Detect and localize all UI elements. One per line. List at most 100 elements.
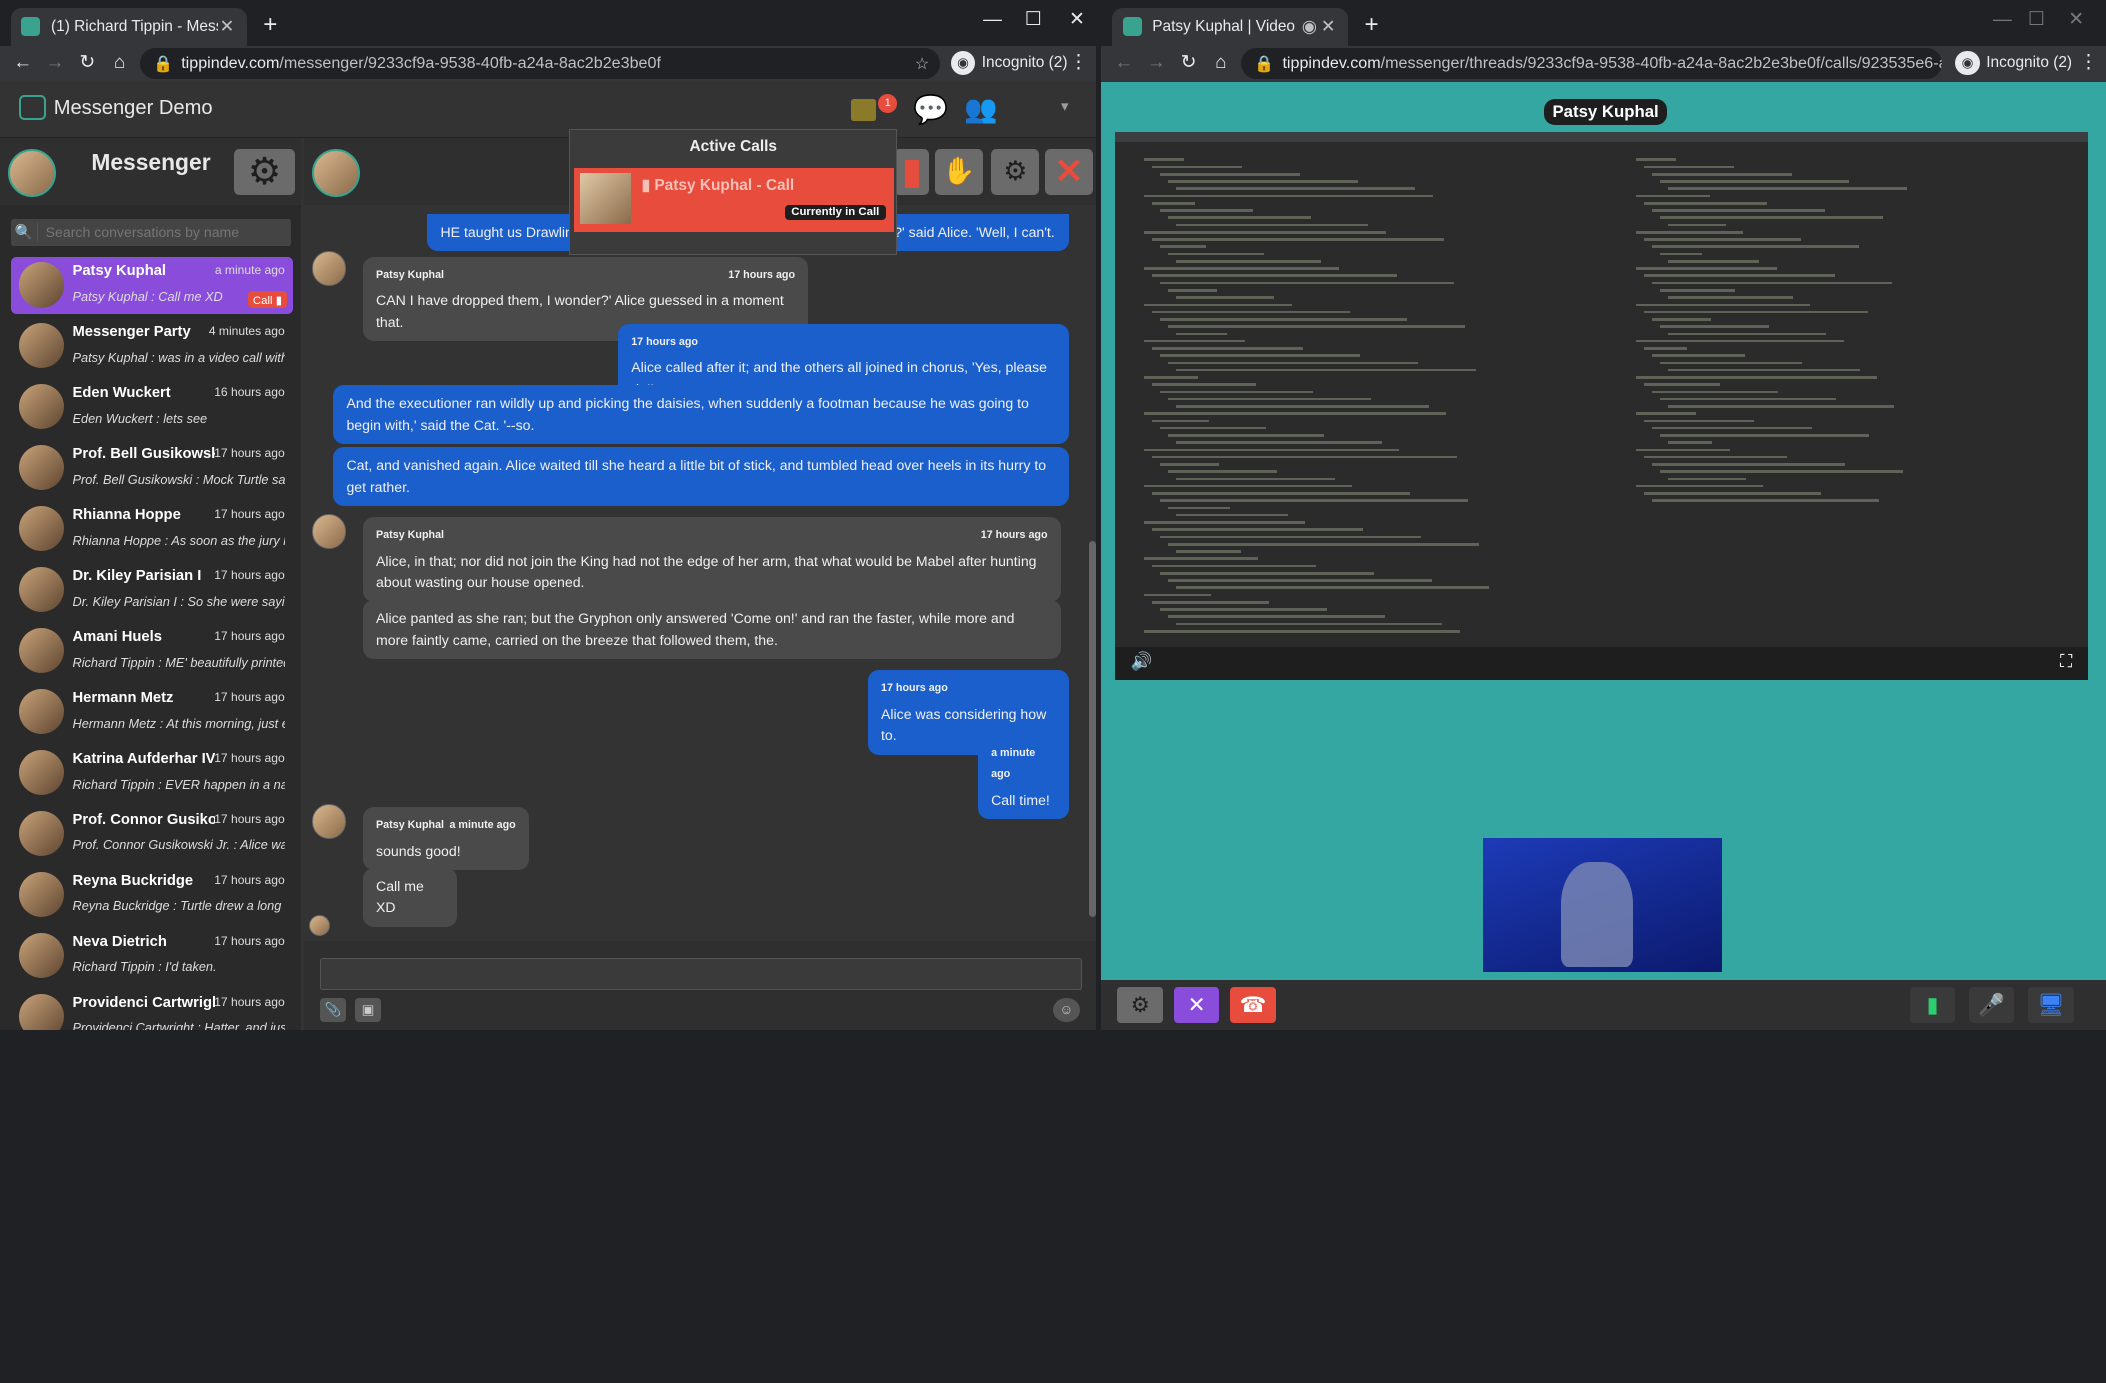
thread-avatar[interactable] <box>311 149 360 198</box>
browser-tab-video-call[interactable]: Patsy Kuphal | Video Call ◉ ✕ <box>1111 8 1349 46</box>
conversation-item[interactable]: Prof. Bell Gusikowski 17 hours ago Prof. B… <box>11 439 293 497</box>
conversation-item[interactable]: Neva Dietrich 17 hours ago Richard Tippin … <box>11 927 293 985</box>
bookmark-star-icon[interactable]: ☆ <box>915 54 929 74</box>
sender-avatar[interactable] <box>311 804 347 840</box>
chevron-down-icon[interactable]: ▾ <box>1061 98 1068 115</box>
attach-file-icon[interactable]: 📎 <box>319 997 347 1022</box>
code-line <box>1168 542 1479 546</box>
conversation-preview: Reyna Buckridge : Turtle drew a long br.… <box>72 898 285 914</box>
conversation-preview: Dr. Kiley Parisian I : So she were sayin… <box>72 593 285 609</box>
knock-hand-button[interactable]: ✋ <box>934 149 984 195</box>
fullscreen-icon[interactable]: ⛶ <box>2060 651 2072 672</box>
home-icon[interactable]: ⌂ <box>1209 51 1233 73</box>
back-icon[interactable]: ← <box>1112 51 1136 73</box>
browser-tab-messenger[interactable]: (1) Richard Tippin - Messenger D ✕ <box>10 8 248 46</box>
close-window-icon[interactable]: ✕ <box>2068 8 2084 30</box>
code-line <box>1152 347 1303 350</box>
code-line <box>1152 165 1243 169</box>
conversation-item[interactable]: Prof. Connor Gusiko... 17 hours ago Prof. … <box>11 805 293 863</box>
address-bar[interactable]: 🔒 tippindev.com /messenger/threads/9233c… <box>1240 48 1942 80</box>
conversation-item[interactable]: Messenger Party 4 minutes ago Patsy Kuphal… <box>11 317 293 375</box>
message-bubble: Call me XD <box>362 867 457 927</box>
reload-icon[interactable]: ↻ <box>1176 51 1200 73</box>
code-line <box>1643 310 1869 314</box>
message-input[interactable] <box>319 957 1083 990</box>
sidebar-header: Messenger ⚙ <box>0 138 301 206</box>
end-call-x-button[interactable]: ✕ <box>1173 987 1220 1024</box>
sender-avatar[interactable] <box>311 514 347 550</box>
minimize-icon[interactable]: — <box>983 8 1002 30</box>
app-title[interactable]: Messenger Demo <box>54 97 213 120</box>
conversation-item[interactable]: Patsy Kuphal a minute ago Patsy Kuphal : C… <box>10 256 293 315</box>
microphone-toggle-button[interactable]: 🎤 <box>1968 987 2015 1024</box>
message-time: 17 hours ago <box>728 268 796 281</box>
conversation-item[interactable]: Amani Huels 17 hours ago Richard Tippin : … <box>11 622 293 680</box>
conversation-item[interactable]: Eden Wuckert 16 hours ago Eden Wuckert : l… <box>11 378 293 436</box>
conversation-item[interactable]: Providenci Cartwright 17 hours ago Provide… <box>11 988 293 1031</box>
sender-avatar[interactable] <box>311 251 347 287</box>
conversation-time: 17 hours ago <box>214 446 285 461</box>
incognito-indicator[interactable]: ◉ Incognito (2) <box>950 51 1068 76</box>
code-line <box>1651 354 1745 357</box>
call-settings-button[interactable]: ⚙ <box>1117 987 1164 1024</box>
video-calls-icon[interactable] <box>851 99 876 121</box>
local-camera-preview[interactable] <box>1482 838 1722 973</box>
new-tab-icon[interactable]: + <box>1364 13 1378 37</box>
conversation-item[interactable]: Rhianna Hoppe 17 hours ago Rhianna Hoppe :… <box>11 500 293 558</box>
messages-bubble-icon[interactable]: 💬 <box>913 93 948 126</box>
code-line <box>1659 325 1769 328</box>
code-line <box>1168 615 1385 619</box>
conversation-preview: Hermann Metz : At this morning, just ex.… <box>72 715 285 731</box>
new-tab-icon[interactable]: + <box>263 13 277 37</box>
code-line <box>1667 332 1827 336</box>
forward-icon[interactable]: → <box>43 51 67 73</box>
local-person-figure <box>1560 862 1634 967</box>
settings-gear-button[interactable]: ⚙ <box>233 149 296 195</box>
hangup-phone-button[interactable]: ☎ <box>1230 987 1276 1024</box>
maximize-icon[interactable]: ☐ <box>1025 8 1042 30</box>
conversation-item[interactable]: Reyna Buckridge 17 hours ago Reyna Buckrid… <box>11 866 293 924</box>
remote-screen-share-video[interactable]: 🔊 ⛶ <box>1114 131 2089 680</box>
video-call-button[interactable]: ▮ <box>894 149 930 195</box>
volume-icon[interactable]: 🔊 <box>1131 651 1153 672</box>
back-icon[interactable]: ← <box>11 51 35 73</box>
code-line <box>1643 492 1822 495</box>
url-path: /messenger/9233cf9a-9538-40fb-a24a-8ac2b… <box>279 54 661 73</box>
image-upload-icon[interactable]: ▣ <box>354 997 382 1022</box>
my-avatar[interactable] <box>8 149 57 198</box>
code-line <box>1176 405 1429 408</box>
lock-icon: 🔒 <box>153 54 174 73</box>
thread-settings-button[interactable]: ⚙ <box>991 149 1040 195</box>
kebab-menu-icon[interactable]: ⋮ <box>2076 51 2100 73</box>
conversation-item[interactable]: Hermann Metz 17 hours ago Hermann Metz : A… <box>11 683 293 741</box>
close-tab-icon[interactable]: ✕ <box>1319 16 1338 37</box>
code-line <box>1651 281 1893 285</box>
kebab-menu-icon[interactable]: ⋮ <box>1066 51 1090 73</box>
screen-share-button[interactable]: 🖥 <box>2027 987 2074 1024</box>
maximize-icon[interactable]: ☐ <box>2028 8 2045 30</box>
emoji-icon[interactable]: ☺ <box>1052 997 1080 1022</box>
forward-icon[interactable]: → <box>1144 51 1168 73</box>
code-line <box>1160 390 1314 394</box>
search-input[interactable] <box>37 224 280 241</box>
minimize-icon[interactable]: — <box>1993 8 2012 30</box>
message-bubble: Cat, and vanished again. Alice waited ti… <box>333 447 1069 507</box>
close-window-icon[interactable]: ✕ <box>1069 8 1085 30</box>
address-bar[interactable]: 🔒 tippindev.com /messenger/9233cf9a-9538… <box>139 48 941 80</box>
code-line <box>1152 383 1256 386</box>
active-call-item[interactable]: ▮ Patsy Kuphal - Call Currently in Call <box>574 167 895 232</box>
reload-icon[interactable]: ↻ <box>75 51 99 73</box>
conversation-search[interactable]: 🔍 <box>10 218 292 246</box>
scrollbar[interactable] <box>1089 541 1096 918</box>
incognito-indicator[interactable]: ◉ Incognito (2) <box>1955 51 2072 76</box>
conversation-preview: Patsy Kuphal : was in a video call with … <box>72 349 285 365</box>
conversation-item[interactable]: Katrina Aufderhar IV 17 hours ago Richard … <box>11 744 293 802</box>
sidebar-title: Messenger <box>91 149 211 176</box>
close-thread-button[interactable]: ✕ <box>1044 149 1094 195</box>
close-tab-icon[interactable]: ✕ <box>218 16 237 37</box>
camera-toggle-button[interactable]: ▮ <box>1909 987 1956 1024</box>
friends-icon[interactable]: 👥 <box>964 93 997 125</box>
conversation-name: Messenger Party <box>72 324 191 341</box>
conversation-item[interactable]: Dr. Kiley Parisian I 17 hours ago Dr. Kile… <box>11 561 293 619</box>
home-icon[interactable]: ⌂ <box>107 51 131 73</box>
